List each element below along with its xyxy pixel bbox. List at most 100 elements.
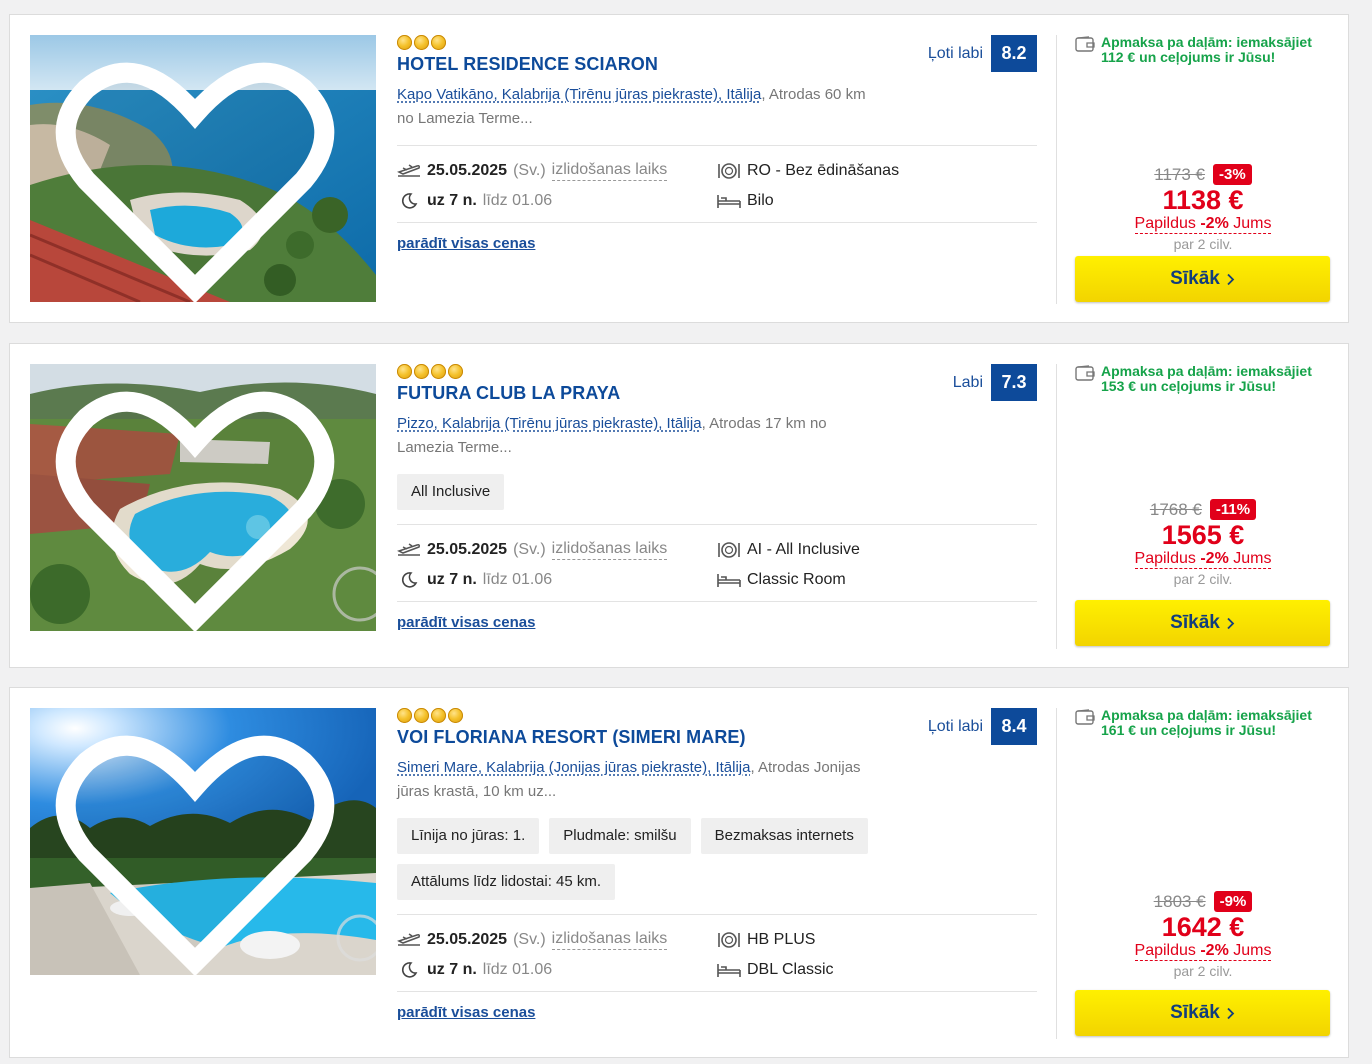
room-type: DBL Classic [747, 961, 834, 978]
rating-label: Labi [952, 373, 983, 391]
amenity-tag: Līnija no jūras: 1. [397, 818, 540, 854]
per-persons: par 2 cilv. [1173, 963, 1233, 979]
star-icon [414, 35, 429, 50]
bed-icon [717, 191, 741, 211]
vertical-separator [1056, 708, 1057, 1039]
chevron-right-icon [1227, 273, 1235, 285]
hotel-photo[interactable] [30, 364, 376, 631]
price-box: 1173 € -3% 1138 € Papildus -2% Jums par … [1075, 164, 1331, 252]
wallet-icon [1075, 709, 1095, 725]
room-row: DBL Classic [717, 959, 1037, 981]
favorite-heart-icon[interactable] [30, 720, 368, 975]
hotel-info: Hotel Residence Sciaron Kapo Vatikāno, K… [397, 35, 1037, 253]
extra-discount-link[interactable]: Papildus -2% Jums [1134, 942, 1272, 961]
star-rating [397, 364, 1037, 380]
hotel-photo[interactable] [30, 35, 376, 302]
favorite-heart-icon[interactable] [30, 47, 368, 302]
location-link[interactable]: Simeri Mare, Kalabrija (Jonijas jūras pi… [397, 759, 750, 776]
hotel-location: Kapo Vatikāno, Kalabrija (Tirēnu jūras p… [397, 83, 867, 131]
departure-date: 25.05.2025 [427, 162, 508, 179]
chevron-right-icon [1227, 1007, 1235, 1019]
room-row: Classic Room [717, 569, 1037, 591]
plane-icon [397, 930, 421, 950]
hotel-photo[interactable] [30, 708, 376, 975]
per-persons: par 2 cilv. [1173, 571, 1233, 587]
departure-date: 25.05.2025 [427, 541, 508, 558]
per-persons: par 2 cilv. [1173, 236, 1233, 252]
price-column: Apmaksa pa daļām: iemaksājiet 161 € un c… [1075, 708, 1331, 1039]
favorite-heart-icon[interactable] [30, 376, 368, 631]
location-link[interactable]: Kapo Vatikāno, Kalabrija (Tirēnu jūras p… [397, 86, 761, 103]
star-icon [397, 708, 412, 723]
board-row: HB PLUS [717, 929, 1037, 951]
vertical-separator [1056, 364, 1057, 649]
discount-badge: -11% [1209, 499, 1257, 520]
installment-note: Apmaksa pa daļām: iemaksājiet 153 € un c… [1075, 364, 1331, 394]
plane-icon [397, 540, 421, 560]
amenity-tag: Pludmale: smilšu [549, 818, 691, 854]
rating-label: Ļoti labi [927, 717, 983, 735]
departure-time-link[interactable]: izlidošanas laiks [551, 930, 668, 950]
amenity-tag: All Inclusive [397, 474, 505, 510]
duration: uz 7 n. [427, 192, 477, 209]
hotel-location: Pizzo, Kalabrija (Tirēnu jūras piekraste… [397, 412, 867, 460]
bed-icon [717, 570, 741, 590]
divider [397, 222, 1037, 223]
show-all-prices-link[interactable]: parādīt visas cenas [397, 1004, 535, 1021]
old-price: 1173 € [1154, 164, 1206, 184]
hotel-info: Futura Club La Praya Pizzo, Kalabrija (T… [397, 364, 1037, 632]
installment-text: Apmaksa pa daļām: iemaksājiet 161 € un c… [1101, 707, 1312, 738]
board-row: AI - All Inclusive [717, 539, 1037, 561]
old-price: 1768 € [1149, 499, 1202, 519]
hotel-card: VOI Floriana Resort (Simeri Mare) Simeri… [9, 687, 1349, 1058]
board-row: RO - Bez ēdināšanas [717, 160, 1037, 182]
wallet-icon [1075, 365, 1095, 381]
departure-time-link[interactable]: izlidošanas laiks [551, 161, 668, 181]
room-row: Bilo [717, 190, 1037, 212]
details-button[interactable]: Sīkāk [1075, 256, 1330, 302]
departure-time-link[interactable]: izlidošanas laiks [551, 540, 668, 560]
meal-plate-icon [717, 540, 741, 560]
details-button-label: Sīkāk [1170, 612, 1220, 633]
extra-discount-link[interactable]: Papildus -2% Jums [1134, 215, 1272, 234]
show-all-prices-link[interactable]: parādīt visas cenas [397, 235, 535, 252]
price-column: Apmaksa pa daļām: iemaksājiet 153 € un c… [1075, 364, 1331, 649]
hotel-location: Simeri Mare, Kalabrija (Jonijas jūras pi… [397, 756, 867, 804]
current-price: 1642 € [1161, 912, 1245, 942]
departure-day: (Sv.) [513, 931, 546, 948]
old-price: 1803 € [1153, 891, 1206, 911]
meal-plate-icon [717, 930, 741, 950]
review-rating[interactable]: Labi 7.3 [953, 364, 1037, 401]
extra-discount-link[interactable]: Papildus -2% Jums [1134, 550, 1272, 569]
details-button[interactable]: Sīkāk [1075, 600, 1330, 646]
return-date: līdz 01.06 [482, 961, 553, 978]
star-icon [448, 708, 463, 723]
amenity-tags: Līnija no jūras: 1. Pludmale: smilšu Bezma… [397, 818, 1037, 900]
board-type: AI - All Inclusive [747, 541, 860, 558]
plane-icon [397, 161, 421, 181]
hotel-card: Hotel Residence Sciaron Kapo Vatikāno, K… [9, 14, 1349, 323]
show-all-prices-link[interactable]: parādīt visas cenas [397, 614, 535, 631]
current-price: 1565 € [1161, 520, 1245, 550]
review-rating[interactable]: Ļoti labi 8.2 [928, 35, 1037, 72]
star-icon [414, 708, 429, 723]
amenity-tag: Bezmaksas internets [700, 818, 868, 854]
departure-day: (Sv.) [513, 162, 546, 179]
return-date: līdz 01.06 [482, 192, 553, 209]
details-button[interactable]: Sīkāk [1075, 990, 1330, 1036]
amenity-tag: Attālums līdz lidostai: 45 km. [397, 864, 616, 900]
price-box: 1768 € -11% 1565 € Papildus -2% Jums par… [1075, 499, 1331, 587]
star-icon [397, 364, 412, 379]
hotel-name[interactable]: Futura Club La Praya [397, 383, 1037, 404]
departure-row: 25.05.2025 (Sv.) izlidošanas laiks [397, 929, 717, 951]
meal-plate-icon [717, 161, 741, 181]
star-icon [431, 35, 446, 50]
moon-icon [397, 960, 421, 980]
star-icon [431, 708, 446, 723]
moon-icon [397, 570, 421, 590]
bed-icon [717, 960, 741, 980]
installment-text: Apmaksa pa daļām: iemaksājiet 112 € un c… [1101, 34, 1312, 65]
trip-details: 25.05.2025 (Sv.) izlidošanas laiks RO - … [397, 146, 1037, 222]
review-rating[interactable]: Ļoti labi 8.4 [928, 708, 1037, 745]
location-link[interactable]: Pizzo, Kalabrija (Tirēnu jūras piekraste… [397, 415, 702, 432]
